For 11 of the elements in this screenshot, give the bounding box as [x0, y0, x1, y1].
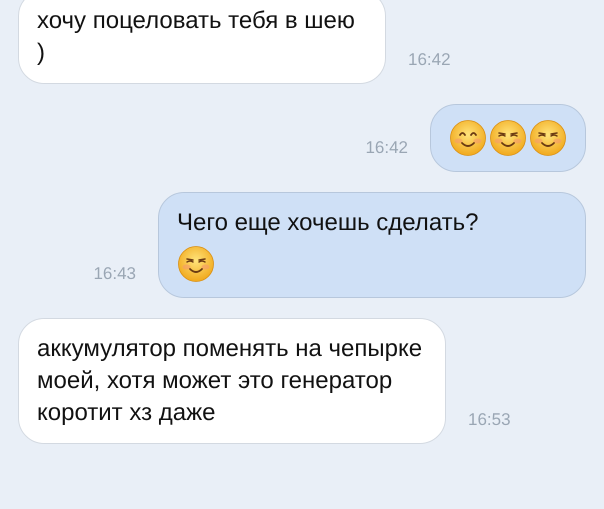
message-time: 16:42 — [408, 48, 451, 70]
message-text: хочу поцеловать тебя в шею ) — [37, 6, 356, 68]
message-time: 16:42 — [365, 136, 408, 158]
smiling-face-icon — [449, 119, 487, 157]
message-time: 16:53 — [468, 408, 511, 430]
smiling-face-icon — [529, 119, 567, 157]
smiling-face-icon — [489, 119, 527, 157]
message-time: 16:43 — [93, 262, 136, 284]
smiling-face-icon — [177, 245, 215, 283]
message-text: Чего еще хочешь сделать? — [177, 208, 480, 238]
message-text: аккумулятор поменять на чепырке моей, хотя может это генератор коротит хз даже — [37, 334, 424, 428]
